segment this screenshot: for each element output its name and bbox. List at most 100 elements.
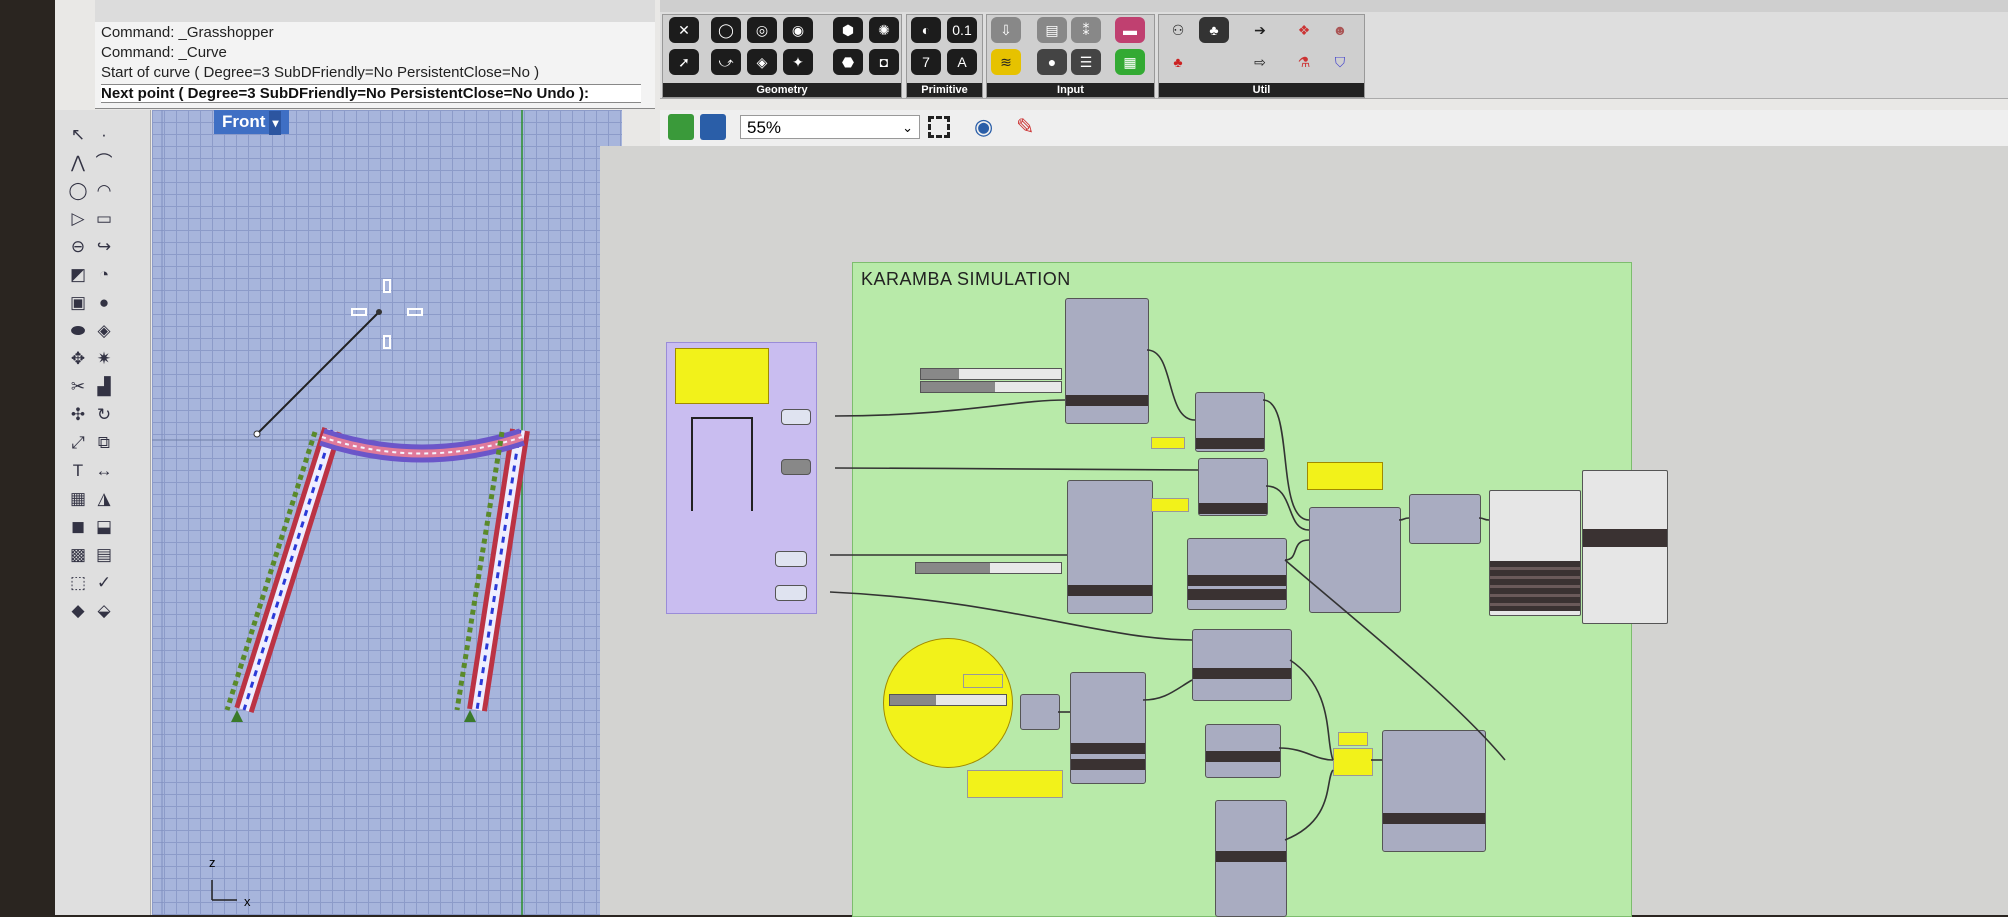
gumball-icon[interactable]: ✥	[67, 348, 89, 370]
front-viewport[interactable]: Front ▾ z x	[152, 110, 622, 915]
command-prompt[interactable]: Next point ( Degree=3 SubDFriendly=No Pe…	[101, 84, 641, 103]
select-arrow-icon[interactable]: ↖	[67, 124, 89, 146]
group-param-icon[interactable]: ◘	[869, 49, 899, 75]
gh-component[interactable]	[1187, 538, 1287, 610]
zoom-extents-icon[interactable]	[928, 116, 950, 138]
fillet-icon[interactable]: ↪	[93, 236, 115, 258]
gh-component[interactable]	[1409, 494, 1481, 544]
save-file-icon[interactable]	[700, 114, 726, 140]
gh-component[interactable]	[1309, 507, 1401, 613]
curve-param-icon[interactable]: ◎	[747, 17, 777, 43]
box-param-icon[interactable]: ⬣	[833, 49, 863, 75]
number-slider[interactable]	[889, 694, 1007, 706]
gh-component[interactable]	[1195, 392, 1265, 452]
input-parameter[interactable]	[781, 459, 811, 475]
scale-icon[interactable]: ⤢	[67, 432, 89, 454]
list-input-icon[interactable]: ☰	[1071, 49, 1101, 75]
polyline-icon[interactable]: ⋀	[67, 152, 89, 174]
input-parameter[interactable]	[775, 585, 807, 601]
beam-view-panel[interactable]	[1582, 470, 1668, 624]
move-icon[interactable]: ✣	[67, 404, 89, 426]
slider-input-icon[interactable]: ⇩	[991, 17, 1021, 43]
zoom-select[interactable]: 55% ⌄	[740, 115, 920, 139]
yellow-panel[interactable]	[1333, 748, 1373, 776]
gh-component[interactable]	[1067, 480, 1153, 614]
render-icon[interactable]: ◆	[67, 600, 89, 622]
purple-group[interactable]	[666, 342, 817, 614]
sketch-icon[interactable]: ✎	[1016, 114, 1034, 140]
mesh-icon[interactable]: ◈	[93, 320, 115, 342]
trim-icon[interactable]: ✂	[67, 376, 89, 398]
text-icon[interactable]: T	[67, 460, 89, 482]
point-icon[interactable]: ·	[93, 124, 115, 146]
rotate-icon[interactable]: ↻	[93, 404, 115, 426]
gh-component[interactable]	[1215, 800, 1287, 917]
ellipse-icon[interactable]: ⊖	[67, 236, 89, 258]
yellow-panel[interactable]	[1151, 498, 1189, 512]
gh-component[interactable]	[1382, 730, 1486, 852]
sphere-icon[interactable]: ●	[93, 292, 115, 314]
arc-icon[interactable]: ◠	[93, 180, 115, 202]
yellow-panel[interactable]	[967, 770, 1063, 798]
number-slider[interactable]	[920, 381, 1062, 393]
arrow-right-icon[interactable]: ➔	[1245, 17, 1275, 43]
yellow-panel[interactable]	[963, 674, 1003, 688]
geometry-param-icon[interactable]: ✕	[669, 17, 699, 43]
surface-param-icon[interactable]: ◉	[783, 17, 813, 43]
mesh-param-icon[interactable]: ✺	[869, 17, 899, 43]
boolean-param-icon[interactable]: ◐	[911, 17, 941, 43]
vector-param-icon[interactable]: ➚	[669, 49, 699, 75]
circle-icon[interactable]: ◯	[67, 180, 89, 202]
gh-component[interactable]	[1205, 724, 1281, 778]
layout-icon[interactable]: ▤	[93, 544, 115, 566]
analyze-icon[interactable]: ⬚	[67, 572, 89, 594]
gh-tab-strip[interactable]	[660, 0, 2008, 12]
number-slider[interactable]	[920, 368, 1062, 380]
value-list-icon[interactable]: ⁑	[1071, 17, 1101, 43]
rectangle-icon[interactable]: ▭	[93, 208, 115, 230]
flask-icon[interactable]: ⚗	[1289, 49, 1319, 75]
input-parameter[interactable]	[781, 409, 811, 425]
panel-input-icon[interactable]: ▤	[1037, 17, 1067, 43]
join-icon[interactable]: ▟	[93, 376, 115, 398]
model-view-panel[interactable]	[1489, 490, 1581, 616]
graph-mapper-icon[interactable]: ≋	[991, 49, 1021, 75]
cherry-icon[interactable]: ♣	[1163, 49, 1193, 75]
rhino-top-toolbar[interactable]	[95, 0, 655, 22]
dimension-icon[interactable]: ↔	[93, 460, 115, 482]
boolean-icon[interactable]: ⬓	[93, 516, 115, 538]
line-param-icon[interactable]: ⤻	[711, 49, 741, 75]
explode-icon[interactable]: ✷	[93, 348, 115, 370]
gh-component[interactable]	[1070, 672, 1146, 784]
arrow-outline-icon[interactable]: ⇨	[1245, 49, 1275, 75]
yellow-note-panel[interactable]	[675, 348, 769, 404]
input-parameter[interactable]	[775, 551, 807, 567]
circle-param-icon[interactable]: ◯	[711, 17, 741, 43]
box-icon[interactable]: ▣	[67, 292, 89, 314]
eye-icon[interactable]: ◉	[974, 114, 993, 140]
polygon-icon[interactable]: ▷	[67, 208, 89, 230]
number-param-icon[interactable]: 0.1	[947, 17, 977, 43]
text-param-icon[interactable]: A	[947, 49, 977, 75]
gh-component[interactable]	[1198, 458, 1268, 516]
gh-component[interactable]	[1192, 629, 1292, 701]
loft-icon[interactable]: ◔	[93, 264, 115, 286]
cylinder-icon[interactable]: ⬬	[67, 320, 89, 342]
brep-param-icon[interactable]: ⬢	[833, 17, 863, 43]
integer-param-icon[interactable]: 7	[911, 49, 941, 75]
shield-icon[interactable]: ⛉	[1325, 49, 1355, 75]
mask-icon[interactable]: ☻	[1325, 17, 1355, 43]
glasses-icon[interactable]: ⚇	[1163, 17, 1193, 43]
grid-icon[interactable]: ▩	[67, 544, 89, 566]
color-swatch-icon[interactable]: ▦	[1115, 49, 1145, 75]
solid-icon[interactable]: ◼	[67, 516, 89, 538]
open-file-icon[interactable]	[668, 114, 694, 140]
surface-icon[interactable]: ◩	[67, 264, 89, 286]
tree-icon[interactable]: ♣	[1199, 17, 1229, 43]
yellow-panel[interactable]	[1338, 732, 1368, 746]
cluster-icon[interactable]: ❖	[1289, 17, 1319, 43]
curve-icon[interactable]: ⌒	[93, 152, 115, 174]
properties-icon[interactable]: ⬙	[93, 600, 115, 622]
gradient-input-icon[interactable]: ▬	[1115, 17, 1145, 43]
gh-component[interactable]	[1020, 694, 1060, 730]
